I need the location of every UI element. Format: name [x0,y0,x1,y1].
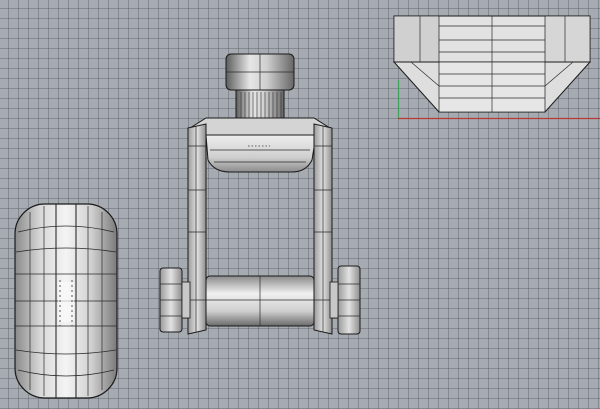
caster-assembly-front-view[interactable] [159,53,361,335]
wheel-side-view[interactable] [14,203,118,399]
cad-viewport[interactable] [0,0,600,409]
viewport-scene [14,15,600,399]
top-block-view[interactable] [392,15,600,120]
